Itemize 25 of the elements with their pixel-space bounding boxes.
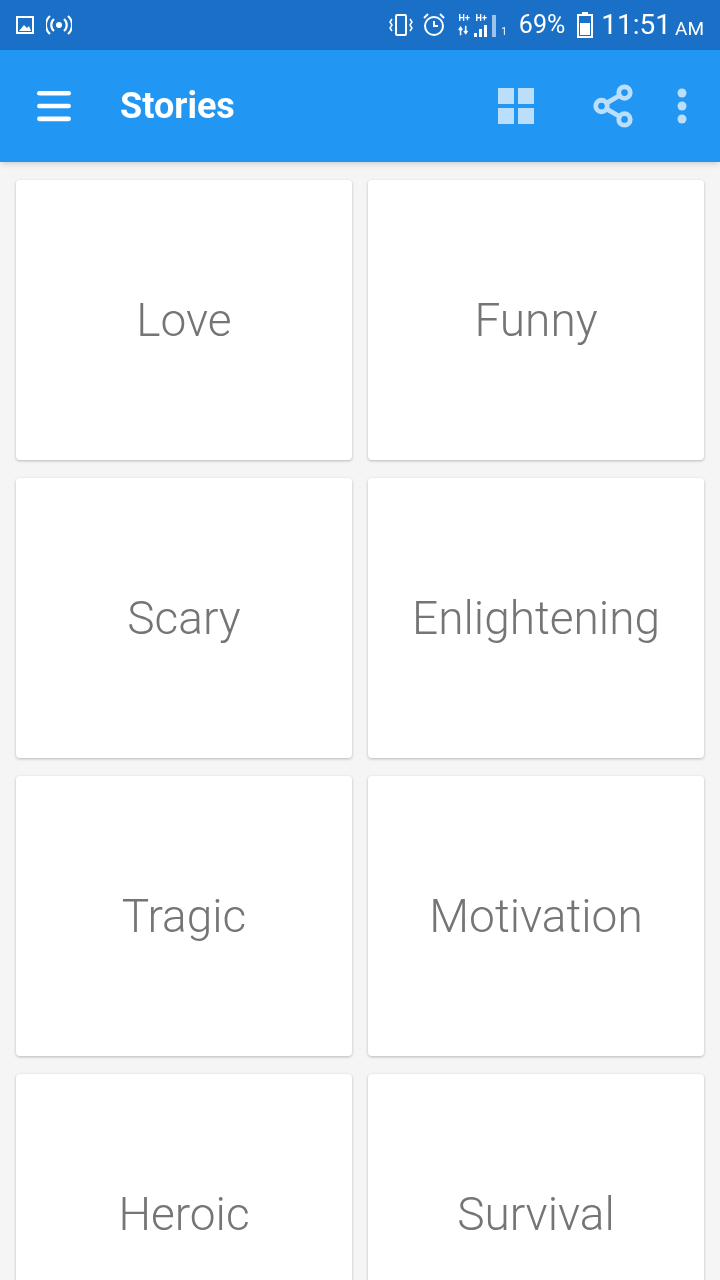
category-card[interactable]: Survival [368,1074,704,1280]
category-card[interactable]: Enlightening [368,478,704,758]
category-card[interactable]: Scary [16,478,352,758]
vibrate-icon [388,13,415,37]
share-button[interactable] [590,83,636,129]
network-type-label: H+ [458,13,470,23]
category-card[interactable]: Motivation [368,776,704,1056]
hotspot-icon [46,15,72,35]
app-title: Stories [120,84,235,129]
alarm-icon [422,13,447,37]
category-card[interactable]: Funny [368,180,704,460]
category-card[interactable]: Love [16,180,352,460]
more-options-button[interactable] [676,88,688,124]
clock-meridiem: AM [675,15,704,42]
battery-percentage: 69% [518,9,566,42]
network-type-label: H+ [475,13,487,23]
battery-icon [577,12,594,38]
signal-bar-icon [492,14,498,37]
grid-view-button[interactable] [498,88,534,124]
clock-time: 11:51 [601,7,671,43]
sim-label: 1 [501,26,507,37]
signal-icon [474,22,489,37]
image-icon [16,16,34,34]
category-card[interactable]: Heroic [16,1074,352,1280]
category-card[interactable]: Tragic [16,776,352,1056]
